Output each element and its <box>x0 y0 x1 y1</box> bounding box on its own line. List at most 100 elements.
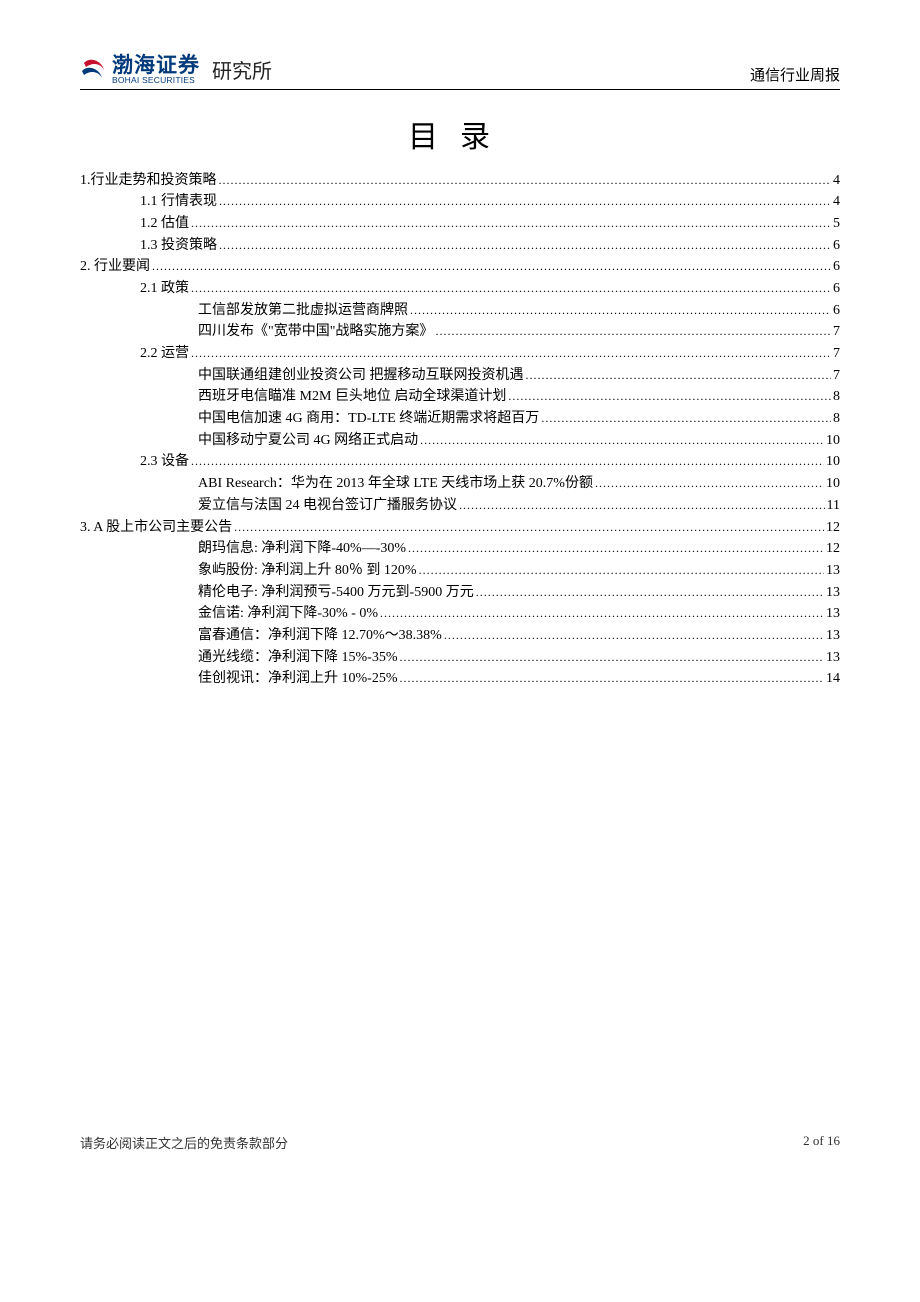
toc-entry: 中国移动宁夏公司 4G 网络正式启动 10 <box>80 430 840 452</box>
disclaimer-text: 请务必阅读正文之后的免责条款部分 <box>80 1133 288 1152</box>
toc-entry-label: 通光线缆：净利润下降 15%-35% <box>198 647 398 669</box>
toc-entry-label: ABI Research：华为在 2013 年全球 LTE 天线市场上获 20.… <box>198 473 593 495</box>
table-of-contents: 1.行业走势和投资策略41.1 行情表现41.2 估值51.3 投资策略62. … <box>80 170 840 691</box>
toc-entry-page: 8 <box>833 386 840 408</box>
toc-leader-dots <box>541 408 831 430</box>
toc-entry-page: 6 <box>833 278 840 300</box>
toc-entry: 金信诺: 净利润下降-30% - 0%13 <box>80 603 840 625</box>
toc-entry-label: 中国电信加速 4G 商用：TD-LTE 终端近期需求将超百万 <box>198 408 539 430</box>
page-number: 2 of 16 <box>803 1133 840 1152</box>
toc-leader-dots <box>595 473 824 495</box>
toc-entry: 精伦电子: 净利润预亏-5400 万元到-5900 万元 13 <box>80 582 840 604</box>
toc-entry-label: 2. 行业要闻 <box>80 256 150 278</box>
toc-entry-page: 4 <box>833 191 840 213</box>
company-name-cn: 渤海证券 <box>112 55 200 76</box>
toc-entry-label: 1.行业走势和投资策略 <box>80 170 217 192</box>
toc-leader-dots <box>400 647 825 669</box>
toc-entry: 朗玛信息: 净利润下降-40%—-30%12 <box>80 538 840 560</box>
toc-entry-page: 6 <box>833 300 840 322</box>
page-footer: 请务必阅读正文之后的免责条款部分 2 of 16 <box>80 1133 840 1152</box>
toc-entry-label: 朗玛信息: 净利润下降-40%—-30% <box>198 538 406 560</box>
toc-entry: 象屿股份: 净利润上升 80％ 到 120% 13 <box>80 560 840 582</box>
toc-leader-dots <box>419 560 824 582</box>
toc-entry: 2.3 设备 10 <box>80 451 840 473</box>
toc-entry-label: 爱立信与法国 24 电视台签订广播服务协议 <box>198 495 457 517</box>
toc-entry: 2.1 政策 6 <box>80 278 840 300</box>
company-name-en: BOHAI SECURITIES <box>112 76 200 85</box>
toc-leader-dots <box>219 191 831 213</box>
toc-entry-label: 3. A 股上市公司主要公告 <box>80 517 232 539</box>
toc-entry-page: 10 <box>826 473 840 495</box>
toc-leader-dots <box>408 538 824 560</box>
toc-entry-label: 中国移动宁夏公司 4G 网络正式启动 <box>198 430 418 452</box>
toc-entry: 爱立信与法国 24 电视台签订广播服务协议 11 <box>80 495 840 517</box>
toc-entry-page: 6 <box>833 235 840 257</box>
toc-entry-page: 5 <box>833 213 840 235</box>
page-header: 渤海证券 BOHAI SECURITIES 研究所 通信行业周报 <box>80 55 840 90</box>
toc-leader-dots <box>435 321 831 343</box>
page-title: 目录 <box>80 112 840 156</box>
toc-entry: 通光线缆：净利润下降 15%-35% 13 <box>80 647 840 669</box>
toc-entry-label: 1.3 投资策略 <box>140 235 217 257</box>
toc-entry-label: 工信部发放第二批虚拟运营商牌照 <box>198 300 408 322</box>
toc-leader-dots <box>219 170 832 192</box>
toc-entry-page: 12 <box>826 517 840 539</box>
toc-entry: 中国联通组建创业投资公司 把握移动互联网投资机遇 7 <box>80 365 840 387</box>
toc-entry: 西班牙电信瞄准 M2M 巨头地位 启动全球渠道计划8 <box>80 386 840 408</box>
toc-leader-dots <box>508 386 831 408</box>
toc-entry: 中国电信加速 4G 商用：TD-LTE 终端近期需求将超百万 8 <box>80 408 840 430</box>
toc-entry: 2.2 运营 7 <box>80 343 840 365</box>
toc-leader-dots <box>380 603 824 625</box>
toc-entry: 佳创视讯：净利润上升 10%-25% 14 <box>80 668 840 690</box>
toc-entry-page: 13 <box>826 582 840 604</box>
toc-entry-page: 8 <box>833 408 840 430</box>
toc-entry-page: 13 <box>826 647 840 669</box>
toc-leader-dots <box>191 451 824 473</box>
toc-entry-page: 13 <box>826 603 840 625</box>
toc-leader-dots <box>219 235 831 257</box>
toc-leader-dots <box>459 495 825 517</box>
toc-entry-label: 象屿股份: 净利润上升 80％ 到 120% <box>198 560 417 582</box>
toc-entry-label: 2.2 运营 <box>140 343 189 365</box>
toc-entry-label: 富春通信：净利润下降 12.70%～38.38% <box>198 625 442 647</box>
toc-entry-page: 7 <box>833 343 840 365</box>
toc-entry: 1.2 估值5 <box>80 213 840 235</box>
toc-entry-page: 11 <box>827 495 840 517</box>
toc-leader-dots <box>191 343 831 365</box>
toc-leader-dots <box>152 256 831 278</box>
toc-entry-page: 10 <box>826 451 840 473</box>
toc-entry: 1.3 投资策略 6 <box>80 235 840 257</box>
toc-entry: 1.1 行情表现 4 <box>80 191 840 213</box>
toc-leader-dots <box>444 625 824 647</box>
toc-leader-dots <box>400 668 825 690</box>
toc-entry-label: 四川发布《"宽带中国"战略实施方案》 <box>198 321 433 343</box>
toc-entry: 富春通信：净利润下降 12.70%～38.38% 13 <box>80 625 840 647</box>
toc-entry-page: 14 <box>826 668 840 690</box>
toc-leader-dots <box>476 582 824 604</box>
toc-entry-page: 6 <box>833 256 840 278</box>
toc-leader-dots <box>420 430 824 452</box>
company-logo-block: 渤海证券 BOHAI SECURITIES 研究所 <box>80 55 272 85</box>
toc-entry-page: 13 <box>826 625 840 647</box>
toc-entry-page: 4 <box>833 170 840 192</box>
toc-entry-label: 2.1 政策 <box>140 278 189 300</box>
toc-entry-label: 1.1 行情表现 <box>140 191 217 213</box>
toc-entry: 1.行业走势和投资策略 4 <box>80 170 840 192</box>
toc-leader-dots <box>191 213 831 235</box>
toc-entry: ABI Research：华为在 2013 年全球 LTE 天线市场上获 20.… <box>80 473 840 495</box>
toc-entry-page: 10 <box>826 430 840 452</box>
toc-entry-label: 2.3 设备 <box>140 451 189 473</box>
toc-entry-page: 7 <box>833 365 840 387</box>
toc-entry: 2. 行业要闻 6 <box>80 256 840 278</box>
toc-entry: 工信部发放第二批虚拟运营商牌照 6 <box>80 300 840 322</box>
toc-entry: 3. A 股上市公司主要公告 12 <box>80 517 840 539</box>
toc-entry-label: 中国联通组建创业投资公司 把握移动互联网投资机遇 <box>198 365 524 387</box>
report-type: 通信行业周报 <box>750 64 840 85</box>
toc-entry-page: 7 <box>833 321 840 343</box>
toc-leader-dots <box>191 278 831 300</box>
company-logo-icon <box>80 57 106 83</box>
toc-entry-label: 佳创视讯：净利润上升 10%-25% <box>198 668 398 690</box>
toc-entry: 四川发布《"宽带中国"战略实施方案》 7 <box>80 321 840 343</box>
toc-entry-page: 13 <box>826 560 840 582</box>
toc-entry-label: 精伦电子: 净利润预亏-5400 万元到-5900 万元 <box>198 582 474 604</box>
